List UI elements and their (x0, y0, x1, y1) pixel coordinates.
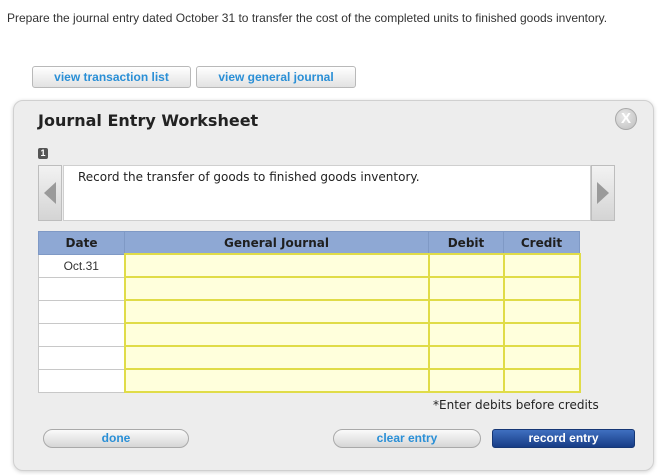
worksheet-title: Journal Entry Worksheet (38, 111, 259, 130)
debit-input[interactable] (427, 253, 505, 278)
credit-input[interactable] (502, 368, 581, 393)
date-column-header: Date (38, 231, 125, 255)
debits-before-credits-note: *Enter debits before credits (433, 398, 599, 412)
table-row (38, 368, 581, 393)
instructions-text: Prepare the journal entry dated October … (7, 11, 608, 25)
date-cell (38, 345, 125, 370)
record-entry-button[interactable]: record entry (492, 429, 635, 448)
credit-input[interactable] (502, 276, 581, 301)
debit-input[interactable] (427, 276, 505, 301)
general-journal-column-header: General Journal (124, 231, 429, 255)
date-cell (38, 299, 125, 324)
view-general-journal-button[interactable]: view general journal (196, 66, 356, 88)
debit-input[interactable] (427, 368, 505, 393)
account-input[interactable] (123, 322, 430, 347)
date-cell (38, 322, 125, 347)
close-icon[interactable]: X (615, 108, 637, 130)
account-input[interactable] (123, 253, 430, 278)
credit-column-header: Credit (503, 231, 580, 255)
table-row (38, 276, 581, 301)
step-number-badge: 1 (38, 148, 48, 159)
journal-entry-table: Date General Journal Debit Credit Oct.31 (38, 231, 581, 393)
account-input[interactable] (123, 276, 430, 301)
table-header-row: Date General Journal Debit Credit (38, 231, 580, 255)
credit-input[interactable] (502, 322, 581, 347)
credit-input[interactable] (502, 253, 581, 278)
credit-input[interactable] (502, 345, 581, 370)
table-row (38, 322, 581, 347)
debit-input[interactable] (427, 345, 505, 370)
done-button[interactable]: done (43, 429, 189, 448)
account-input[interactable] (123, 299, 430, 324)
debit-input[interactable] (427, 299, 505, 324)
table-row: Oct.31 (38, 253, 581, 278)
journal-entry-worksheet-panel: Journal Entry Worksheet X 1 Record the t… (13, 100, 654, 471)
table-row (38, 299, 581, 324)
table-row (38, 345, 581, 370)
account-input[interactable] (123, 345, 430, 370)
debit-input[interactable] (427, 322, 505, 347)
date-cell (38, 368, 125, 393)
prev-step-button[interactable] (38, 165, 62, 221)
clear-entry-button[interactable]: clear entry (333, 429, 481, 448)
date-cell (38, 276, 125, 301)
next-step-button[interactable] (591, 165, 615, 221)
chevron-left-icon (44, 182, 56, 204)
chevron-right-icon (597, 182, 609, 204)
date-cell: Oct.31 (38, 253, 125, 278)
debit-column-header: Debit (428, 231, 504, 255)
account-input[interactable] (123, 368, 430, 393)
credit-input[interactable] (502, 299, 581, 324)
step-description: Record the transfer of goods to finished… (63, 165, 591, 221)
view-transaction-list-button[interactable]: view transaction list (32, 66, 191, 88)
